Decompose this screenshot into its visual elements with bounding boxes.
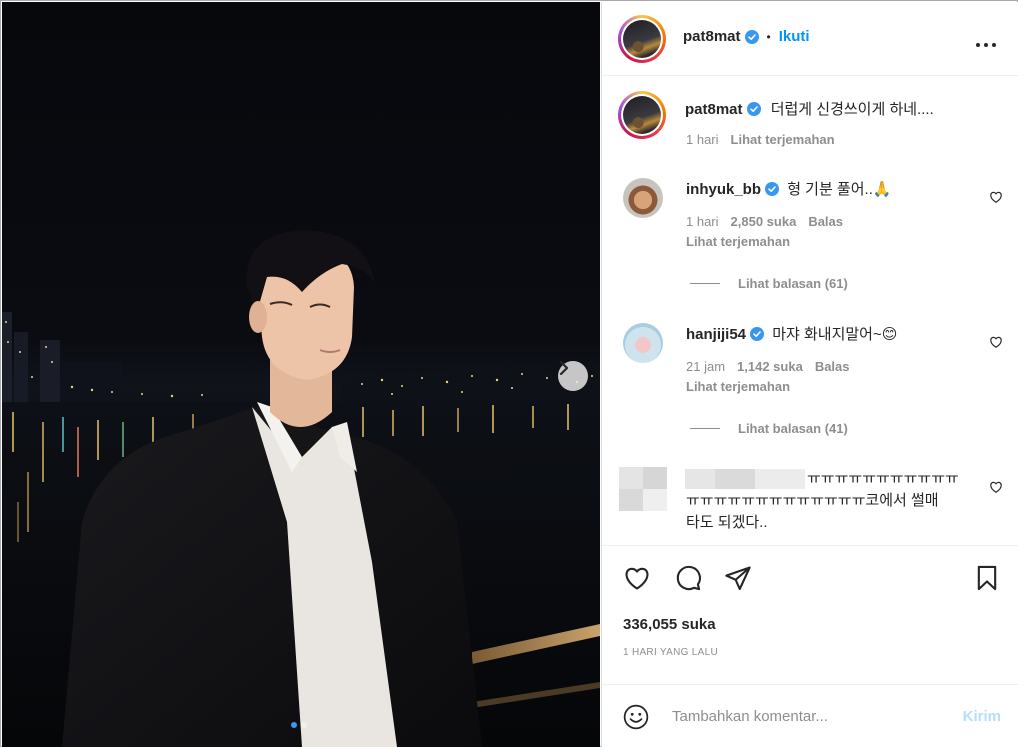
view-replies-label: Lihat balasan (41) bbox=[738, 421, 848, 436]
caption-text: 더럽게 신경쓰이게 하네.... bbox=[770, 101, 934, 118]
heart-icon[interactable] bbox=[622, 564, 652, 592]
post-photo[interactable] bbox=[2, 2, 600, 747]
post-sidebar: pat8mat • Ikuti pat8mat 더럽게 신경쓰이게 하네....… bbox=[601, 2, 1018, 747]
comment-translate[interactable]: Lihat terjemahan bbox=[686, 379, 790, 394]
commenter-avatar[interactable] bbox=[619, 467, 667, 511]
comment-composer: Kirim bbox=[602, 684, 1018, 747]
caption-meta: 1 hari Lihat terjemahan bbox=[686, 132, 835, 147]
comment-text-line: ㅠㅠㅠㅠㅠㅠㅠㅠㅠㅠㅠㅠㅠ코에서 썰매 bbox=[686, 492, 939, 509]
caption-translate[interactable]: Lihat terjemahan bbox=[731, 132, 835, 147]
commenter-avatar[interactable] bbox=[623, 178, 663, 218]
comment-text-row: inhyuk_bb 형 기분 풀어..🙏 bbox=[686, 180, 892, 200]
post-actions: 336,055 suka 1 HARI YANG LALU bbox=[602, 545, 1018, 673]
comment-text-line: ㅠㅠㅠㅠㅠㅠㅠㅠㅠㅠㅠ bbox=[807, 470, 959, 487]
author-line: pat8mat • Ikuti bbox=[683, 28, 810, 45]
comment-username[interactable]: hanjiji54 bbox=[686, 326, 746, 343]
view-replies-button[interactable]: Lihat balasan (41) bbox=[690, 421, 848, 436]
obscured-username bbox=[685, 469, 805, 489]
carousel-dot-active bbox=[291, 722, 297, 728]
view-replies-label: Lihat balasan (61) bbox=[738, 276, 848, 291]
share-icon[interactable] bbox=[723, 564, 753, 592]
caption: pat8mat 더럽게 신경쓰이게 하네.... bbox=[685, 100, 934, 120]
comment-likes[interactable]: 1,142 suka bbox=[737, 359, 803, 374]
next-photo-button[interactable] bbox=[558, 361, 588, 391]
verified-icon bbox=[765, 182, 780, 196]
more-icon bbox=[976, 43, 996, 47]
carousel-dot bbox=[301, 722, 307, 728]
author-username[interactable]: pat8mat bbox=[683, 28, 741, 45]
comment-time[interactable]: 1 hari bbox=[686, 214, 719, 229]
comment-text-row: hanjiji54 마쟈 화내지말어~😊 bbox=[686, 325, 897, 345]
verified-icon bbox=[746, 102, 761, 116]
comment-username[interactable]: inhyuk_bb bbox=[686, 181, 761, 198]
comment-text: 마쟈 화내지말어~😊 bbox=[772, 326, 898, 343]
follow-button[interactable]: Ikuti bbox=[779, 28, 810, 45]
like-comment-heart-icon[interactable] bbox=[989, 190, 1003, 204]
comments-list: pat8mat 더럽게 신경쓰이게 하네.... 1 hari Lihat te… bbox=[602, 77, 1018, 544]
more-options-button[interactable] bbox=[975, 32, 997, 53]
night-river-scene bbox=[2, 230, 600, 747]
post-header: pat8mat • Ikuti bbox=[602, 2, 1018, 76]
like-comment-heart-icon[interactable] bbox=[989, 480, 1003, 494]
comment-likes[interactable]: 2,850 suka bbox=[731, 214, 797, 229]
caption-time[interactable]: 1 hari bbox=[686, 132, 719, 147]
comment-time[interactable]: 21 jam bbox=[686, 359, 725, 374]
carousel-indicator bbox=[291, 722, 307, 728]
emoji-icon[interactable] bbox=[623, 704, 649, 730]
comment-meta: 1 hari 2,850 suka Balas bbox=[686, 214, 843, 229]
caption-author-avatar[interactable] bbox=[618, 91, 666, 139]
author-avatar[interactable] bbox=[618, 15, 666, 63]
verified-icon bbox=[744, 29, 759, 44]
reply-button[interactable]: Balas bbox=[808, 214, 843, 229]
like-comment-heart-icon[interactable] bbox=[989, 335, 1003, 349]
reply-button[interactable]: Balas bbox=[815, 359, 850, 374]
view-replies-button[interactable]: Lihat balasan (61) bbox=[690, 276, 848, 291]
comment-icon[interactable] bbox=[673, 564, 703, 592]
comment-text-line: 타도 되겠다.. bbox=[686, 514, 768, 531]
post-dialog: pat8mat • Ikuti pat8mat 더럽게 신경쓰이게 하네....… bbox=[0, 0, 1018, 747]
verified-icon bbox=[750, 327, 765, 341]
send-comment-button[interactable]: Kirim bbox=[963, 708, 1001, 725]
commenter-avatar[interactable] bbox=[623, 323, 663, 363]
comment-translate[interactable]: Lihat terjemahan bbox=[686, 234, 790, 249]
caption-username[interactable]: pat8mat bbox=[685, 101, 743, 118]
comment-text: 형 기분 풀어..🙏 bbox=[787, 181, 892, 198]
bookmark-icon[interactable] bbox=[973, 564, 1001, 592]
chevron-right-icon bbox=[559, 361, 569, 375]
comment-input[interactable] bbox=[672, 703, 942, 729]
header-separator: • bbox=[766, 29, 771, 44]
comment-meta: 21 jam 1,142 suka Balas bbox=[686, 359, 850, 374]
likes-count[interactable]: 336,055 suka bbox=[623, 616, 716, 633]
post-date[interactable]: 1 HARI YANG LALU bbox=[623, 647, 718, 658]
